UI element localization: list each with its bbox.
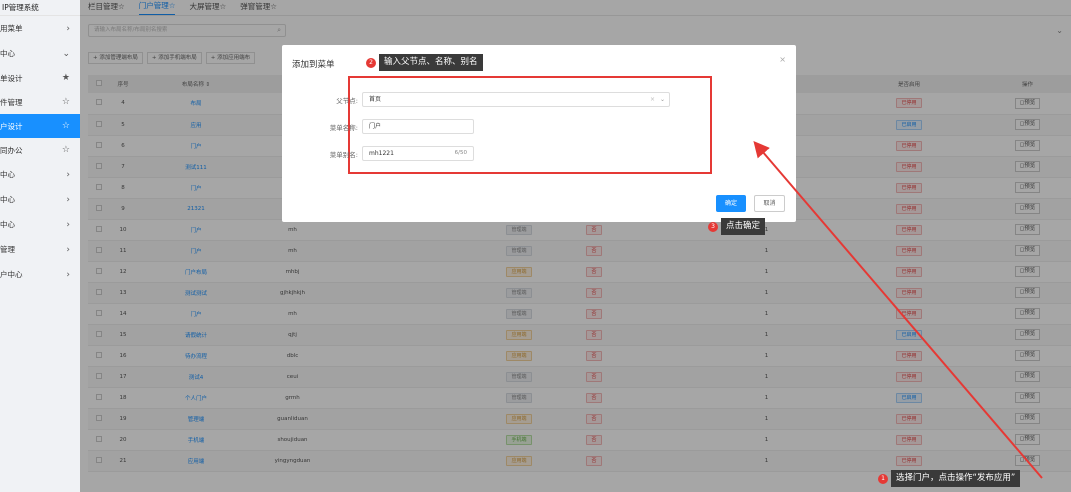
- close-icon[interactable]: ×: [779, 55, 786, 64]
- parent-node-value: 首页: [369, 96, 382, 103]
- sidebar-item-label: 用菜单: [0, 24, 23, 33]
- step-text: 点击确定: [721, 218, 766, 235]
- star-outline-icon: ☆: [61, 145, 70, 155]
- chevron-right-icon: ›: [66, 269, 70, 280]
- callout-step-1: 1 选择门户，点击操作“发布应用”: [878, 470, 1021, 487]
- sidebar-item-label: 中心: [0, 195, 15, 204]
- clear-icon[interactable]: ×: [650, 93, 655, 106]
- menu-name-label: 菜单名称:: [329, 123, 358, 132]
- parent-node-select[interactable]: 首页 × ⌄: [362, 92, 670, 107]
- sidebar-item[interactable]: 单设计 ★: [0, 66, 80, 90]
- sidebar: IP管理系统 用菜单 › 中心 ⌄ 单设计 ★ 件管理 ☆ 户设计 ☆ 同办公 ☆ 中心 › 中心 › 中心 › 管…: [0, 0, 80, 492]
- step-number: 1: [878, 473, 888, 484]
- chevron-down-icon: ⌄: [62, 48, 70, 59]
- sidebar-item-label: 中心: [0, 220, 15, 229]
- step-number: 2: [366, 57, 376, 68]
- sidebar-item-label: 户设计: [0, 121, 23, 131]
- menu-alias-input[interactable]: mh1221 6/50: [362, 146, 474, 161]
- sidebar-item[interactable]: 管理 ›: [0, 237, 80, 262]
- chevron-right-icon: ›: [66, 23, 70, 34]
- sidebar-item-label: 件管理: [0, 97, 23, 107]
- chevron-right-icon: ›: [66, 194, 70, 205]
- sidebar-item-label: 管理: [0, 245, 15, 254]
- menu-name-row: 菜单名称: 门户: [312, 119, 474, 134]
- chevron-right-icon: ›: [66, 169, 70, 180]
- step-text: 选择门户，点击操作“发布应用”: [891, 470, 1021, 487]
- sidebar-item-label: 中心: [0, 170, 15, 179]
- step-number: 3: [708, 221, 718, 232]
- sidebar-item-label: 同办公: [0, 145, 23, 155]
- sidebar-item[interactable]: 中心 ›: [0, 187, 80, 212]
- add-to-menu-dialog: 添加到菜单 × 父节点: 首页 × ⌄ 菜单名称: 门户 菜单别名: mh122…: [282, 45, 796, 222]
- star-outline-icon: ☆: [61, 97, 70, 107]
- menu-alias-label: 菜单别名:: [329, 150, 358, 159]
- menu-name-value: 门户: [369, 123, 382, 130]
- cancel-button[interactable]: 取消: [754, 195, 785, 212]
- callout-step-3: 3 点击确定: [708, 218, 766, 235]
- step-text: 输入父节点、名称、别名: [379, 54, 483, 71]
- parent-node-row: 父节点: 首页 × ⌄: [312, 92, 670, 107]
- sidebar-item-label: 户中心: [0, 270, 23, 279]
- star-filled-icon: ★: [61, 73, 70, 83]
- dialog-title: 添加到菜单: [292, 60, 335, 70]
- chevron-right-icon: ›: [66, 244, 70, 255]
- sidebar-item-label: 单设计: [0, 73, 23, 83]
- menu-alias-row: 菜单别名: mh1221 6/50: [312, 146, 474, 161]
- sidebar-item[interactable]: 中心 ⌄: [0, 41, 80, 66]
- menu-name-input[interactable]: 门户: [362, 119, 474, 134]
- star-outline-icon: ☆: [61, 121, 70, 131]
- app-title: IP管理系统: [0, 0, 80, 16]
- sidebar-item[interactable]: 户中心 ›: [0, 262, 80, 287]
- sidebar-item[interactable]: 同办公 ☆: [0, 138, 80, 162]
- sidebar-item-label: 中心: [0, 49, 15, 58]
- sidebar-item[interactable]: 件管理 ☆: [0, 90, 80, 114]
- chevron-right-icon: ›: [66, 219, 70, 230]
- menu-alias-value: mh1221: [369, 150, 394, 157]
- confirm-button[interactable]: 确定: [716, 195, 746, 212]
- sidebar-item[interactable]: 户设计 ☆: [0, 114, 80, 138]
- chevron-down-icon[interactable]: ⌄: [660, 93, 665, 106]
- sidebar-item[interactable]: 中心 ›: [0, 162, 80, 187]
- sidebar-item[interactable]: 用菜单 ›: [0, 16, 80, 41]
- callout-step-2: 2 输入父节点、名称、别名: [366, 54, 483, 71]
- char-count: 6/50: [454, 150, 467, 156]
- parent-node-label: 父节点:: [336, 96, 358, 105]
- sidebar-item[interactable]: 中心 ›: [0, 212, 80, 237]
